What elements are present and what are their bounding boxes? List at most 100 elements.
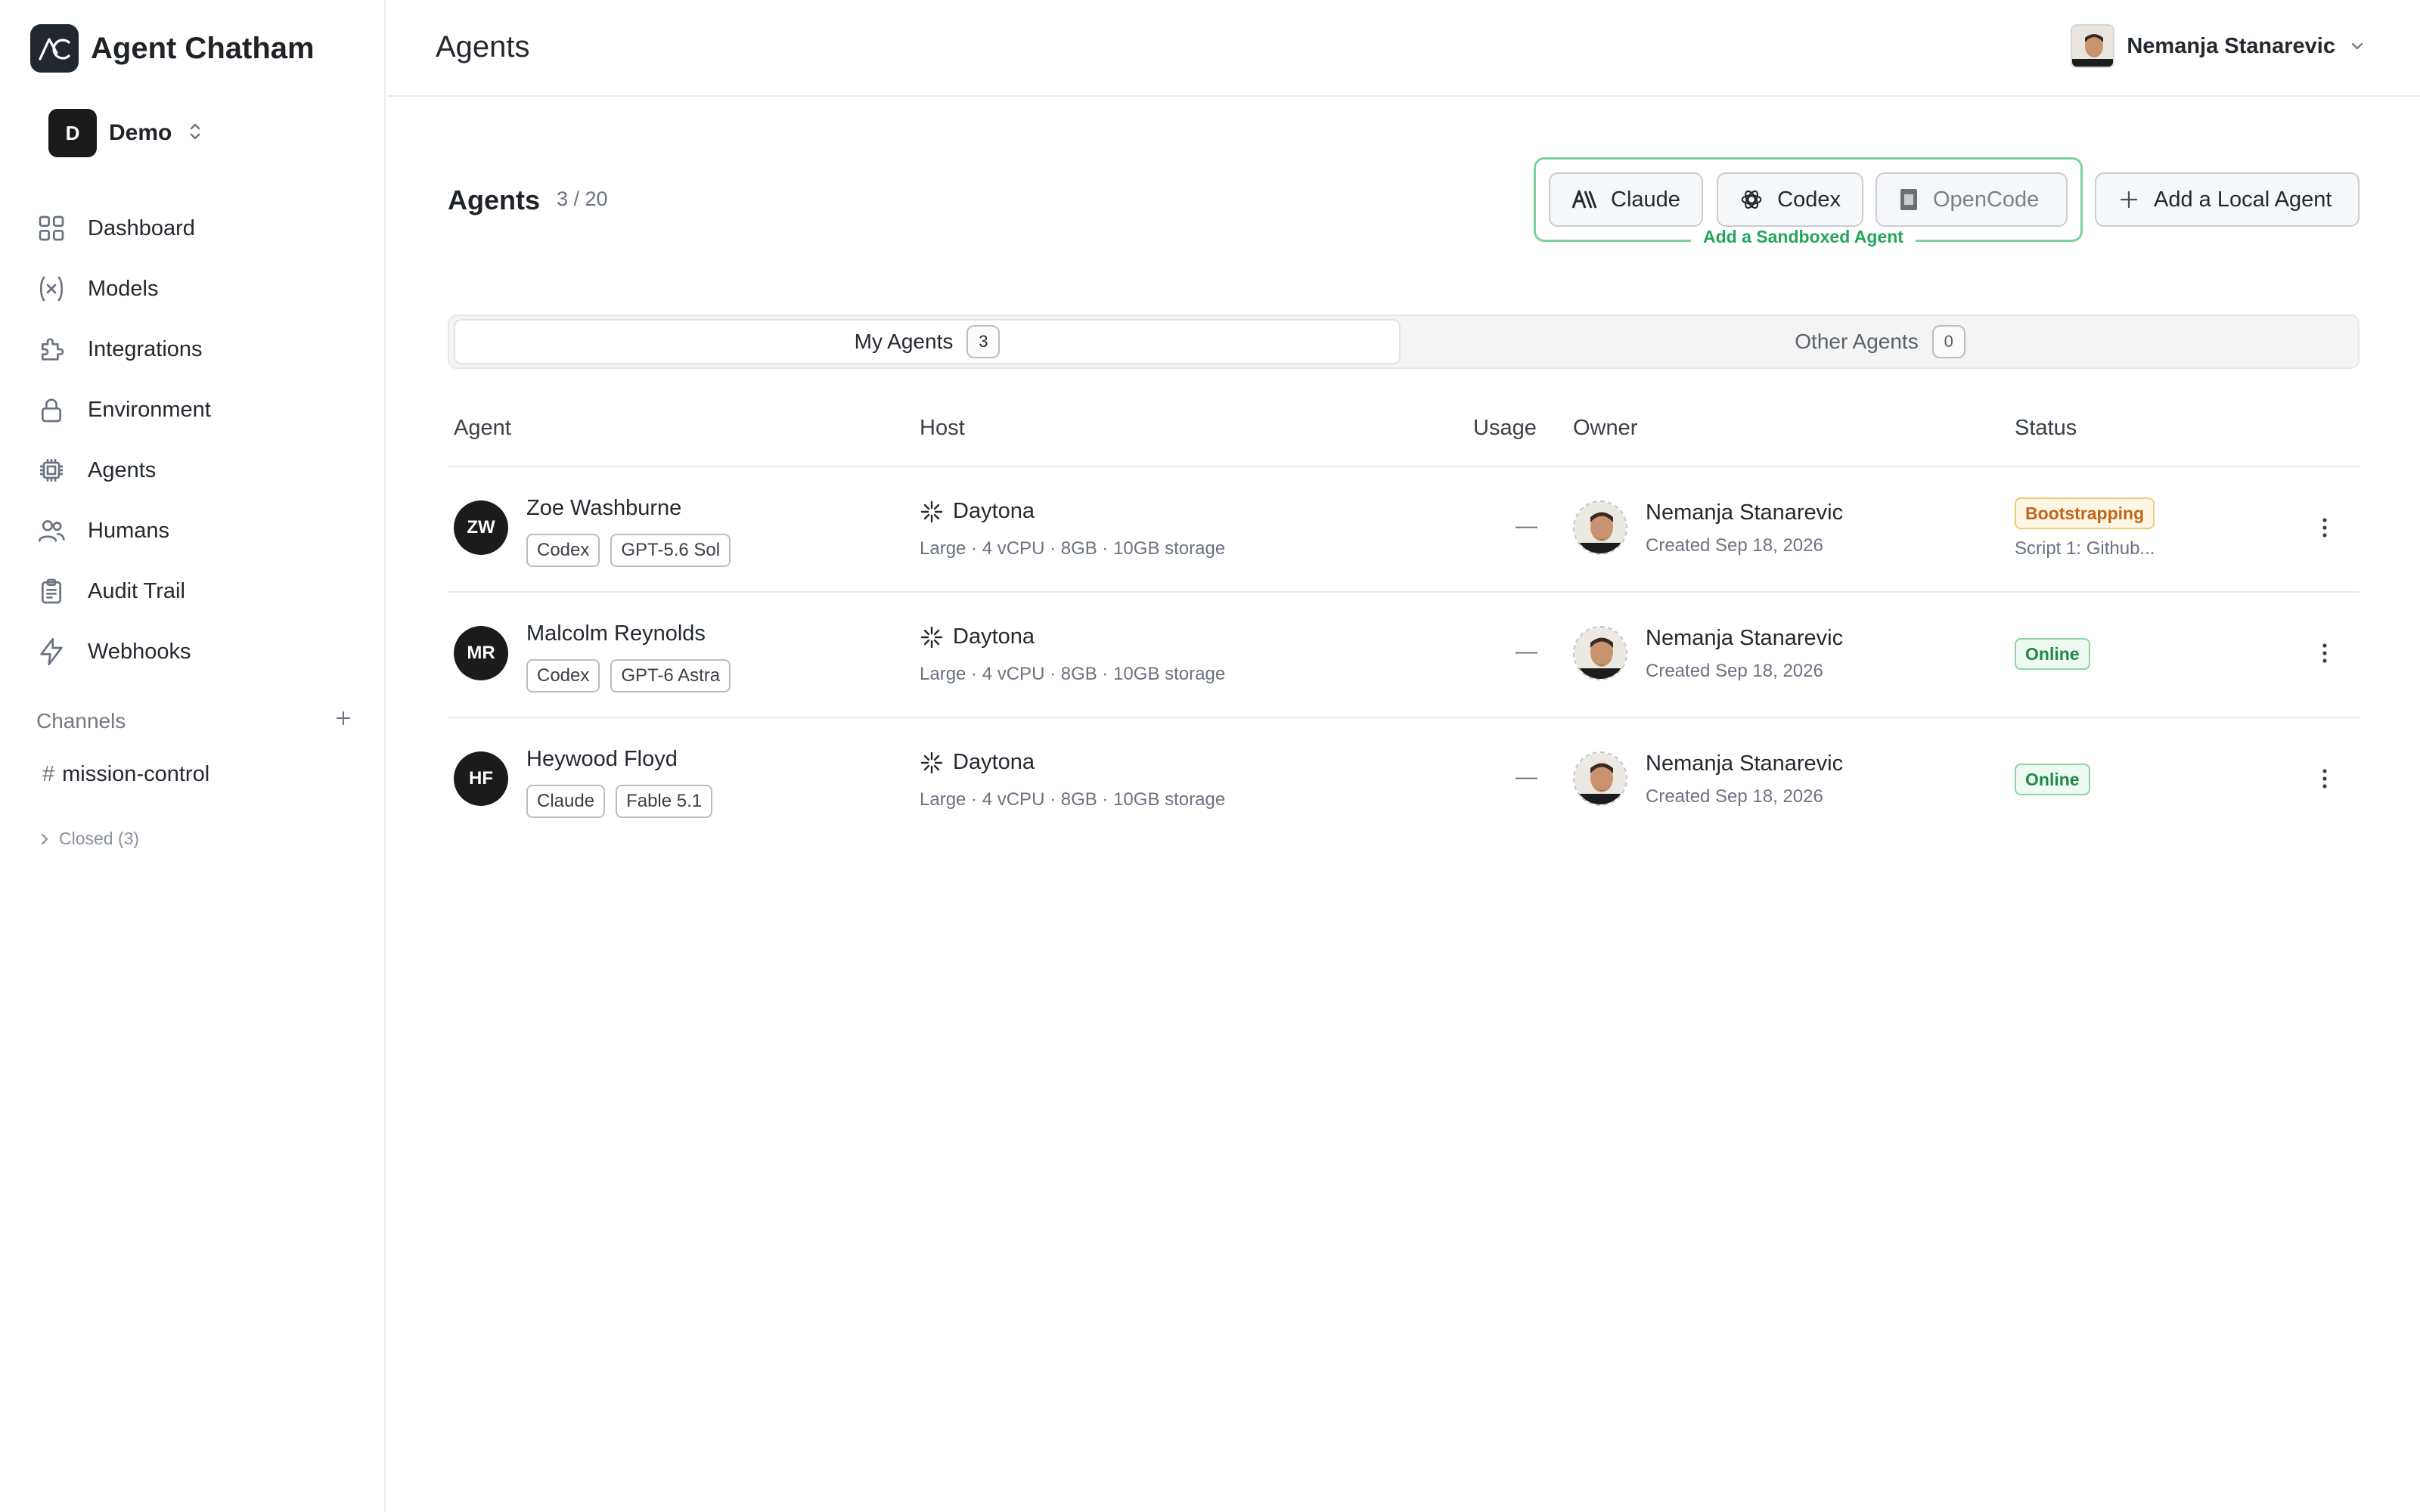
brand-logo-icon <box>30 24 79 73</box>
sidebar-item-label: Models <box>88 276 159 301</box>
column-header-status: Status <box>2015 416 2077 440</box>
owner-avatar <box>1573 751 1627 806</box>
more-vertical-icon <box>2322 643 2327 663</box>
agent-name[interactable]: Malcolm Reynolds <box>526 621 706 646</box>
org-switcher[interactable]: D Demo <box>48 109 202 157</box>
add-claude-button[interactable]: Claude <box>1549 172 1703 227</box>
tab-other-agents[interactable]: Other Agents 0 <box>1404 319 2356 364</box>
top-header: Agents Nemanja Stanarevic <box>387 0 2420 97</box>
chip-icon <box>40 459 63 482</box>
owner-name: Nemanja Stanarevic <box>1646 626 1844 650</box>
status-badge: Bootstrapping <box>2015 497 2155 529</box>
hash-icon: # <box>42 762 55 786</box>
host-name: Daytona <box>920 624 1035 649</box>
tab-my-agents[interactable]: My Agents 3 <box>454 319 1401 364</box>
agent-name[interactable]: Heywood Floyd <box>526 747 678 772</box>
more-vertical-icon <box>2322 518 2327 538</box>
button-label: OpenCode <box>1933 187 2040 212</box>
row-actions-button[interactable] <box>2307 635 2343 671</box>
agent-avatar: HF <box>454 751 508 806</box>
clipboard-icon <box>42 578 61 604</box>
column-header-agent: Agent <box>454 416 511 440</box>
row-actions-button[interactable] <box>2307 761 2343 797</box>
channel-name: mission-control <box>62 762 210 786</box>
owner-name: Nemanja Stanarevic <box>1646 751 1844 776</box>
brand[interactable]: Agent Chatham <box>30 24 315 73</box>
user-menu[interactable]: Nemanja Stanarevic <box>2071 24 2366 68</box>
status-detail: Script 1: Github... <box>2015 538 2155 559</box>
org-badge: D <box>48 109 97 157</box>
sidebar-item-label: Humans <box>88 518 169 543</box>
chevron-down-icon <box>2351 42 2363 50</box>
sidebar-item-environment[interactable]: Environment <box>36 380 211 440</box>
sidebar-item-label: Agents <box>88 457 157 482</box>
button-label: Codex <box>1777 187 1841 212</box>
channel-item[interactable]: # mission-control <box>42 762 209 787</box>
add-local-agent-button[interactable]: Add a Local Agent <box>2095 172 2360 227</box>
sidebar-item-models[interactable]: Models <box>36 259 211 319</box>
agent-tags: Codex GPT-6 Astra <box>526 659 741 692</box>
sidebar-item-dashboard[interactable]: Dashboard <box>36 198 211 259</box>
agent-tag: Fable 5.1 <box>616 785 713 818</box>
owner-name: Nemanja Stanarevic <box>1646 500 1844 525</box>
sidebar-item-agents[interactable]: Agents <box>36 440 211 500</box>
agent-tabs: My Agents 3 Other Agents 0 <box>448 314 2360 369</box>
anthropic-icon <box>1571 190 1597 209</box>
user-name: Nemanja Stanarevic <box>2127 33 2335 58</box>
column-header-usage: Usage <box>1473 416 1537 440</box>
created-date: Created Sep 18, 2026 <box>1646 661 1823 681</box>
sidebar-nav: Dashboard Models Integrations Environmen… <box>36 198 211 682</box>
sidebar-item-integrations[interactable]: Integrations <box>36 319 211 380</box>
host-spec: Large · 4 vCPU · 8GB · 10GB storage <box>920 538 1226 559</box>
org-name: Demo <box>109 120 172 145</box>
row-actions-button[interactable] <box>2307 510 2343 546</box>
agent-tag: Codex <box>526 659 600 692</box>
agent-tag: GPT-5.6 Sol <box>610 534 731 567</box>
column-header-owner: Owner <box>1573 416 1638 440</box>
sidebar-item-audit-trail[interactable]: Audit Trail <box>36 561 211 621</box>
sidebar: Agent Chatham D Demo Dashboard Models In… <box>0 0 386 1512</box>
chevron-up-down-icon <box>188 121 202 146</box>
function-icon <box>39 276 64 302</box>
channels-header: Channels <box>36 708 354 734</box>
created-date: Created Sep 18, 2026 <box>1646 535 1823 556</box>
button-label: Add a Local Agent <box>2154 187 2332 212</box>
tab-label: My Agents <box>854 330 954 353</box>
grid-icon <box>39 215 64 241</box>
agent-name[interactable]: Zoe Washburne <box>526 496 681 521</box>
openai-icon <box>1741 190 1762 209</box>
section-title: Agents <box>448 184 541 215</box>
usage-value: — <box>1516 765 1537 789</box>
table-row[interactable]: HF Heywood Floyd Claude Fable 5.1 Dayton… <box>448 718 2360 842</box>
tab-count-badge: 0 <box>1931 325 1965 358</box>
tab-count-badge: 3 <box>966 325 1001 358</box>
owner-avatar <box>1573 500 1627 555</box>
daytona-icon <box>920 751 943 773</box>
agent-tag: Claude <box>526 785 606 818</box>
agent-tag: GPT-6 Astra <box>610 659 731 692</box>
host-spec: Large · 4 vCPU · 8GB · 10GB storage <box>920 789 1226 810</box>
closed-channels-toggle[interactable]: Closed (3) <box>39 829 139 849</box>
sidebar-item-webhooks[interactable]: Webhooks <box>36 621 211 682</box>
plus-icon <box>2120 191 2138 209</box>
sidebar-item-humans[interactable]: Humans <box>36 500 211 561</box>
host-spec: Large · 4 vCPU · 8GB · 10GB storage <box>920 664 1226 684</box>
table-row[interactable]: ZW Zoe Washburne Codex GPT-5.6 Sol Dayto… <box>448 467 2360 591</box>
agent-avatar: MR <box>454 626 508 680</box>
lock-icon <box>42 398 61 423</box>
bolt-icon <box>40 638 63 665</box>
sidebar-item-label: Audit Trail <box>88 578 185 603</box>
daytona-icon <box>920 626 943 648</box>
avatar <box>2071 24 2115 68</box>
add-channel-icon[interactable] <box>333 708 354 734</box>
status-badge: Online <box>2015 764 2090 795</box>
add-codex-button[interactable]: Codex <box>1717 172 1863 227</box>
add-opencode-button[interactable]: OpenCode <box>1876 172 2068 227</box>
daytona-icon <box>920 500 943 522</box>
agent-tags: Claude Fable 5.1 <box>526 785 723 818</box>
table-row[interactable]: MR Malcolm Reynolds Codex GPT-6 Astra Da… <box>448 593 2360 717</box>
status-badge: Online <box>2015 638 2090 670</box>
puzzle-icon <box>42 338 64 361</box>
agent-tag: Codex <box>526 534 600 567</box>
sandbox-group-label: Add a Sandboxed Agent <box>1691 227 1916 247</box>
